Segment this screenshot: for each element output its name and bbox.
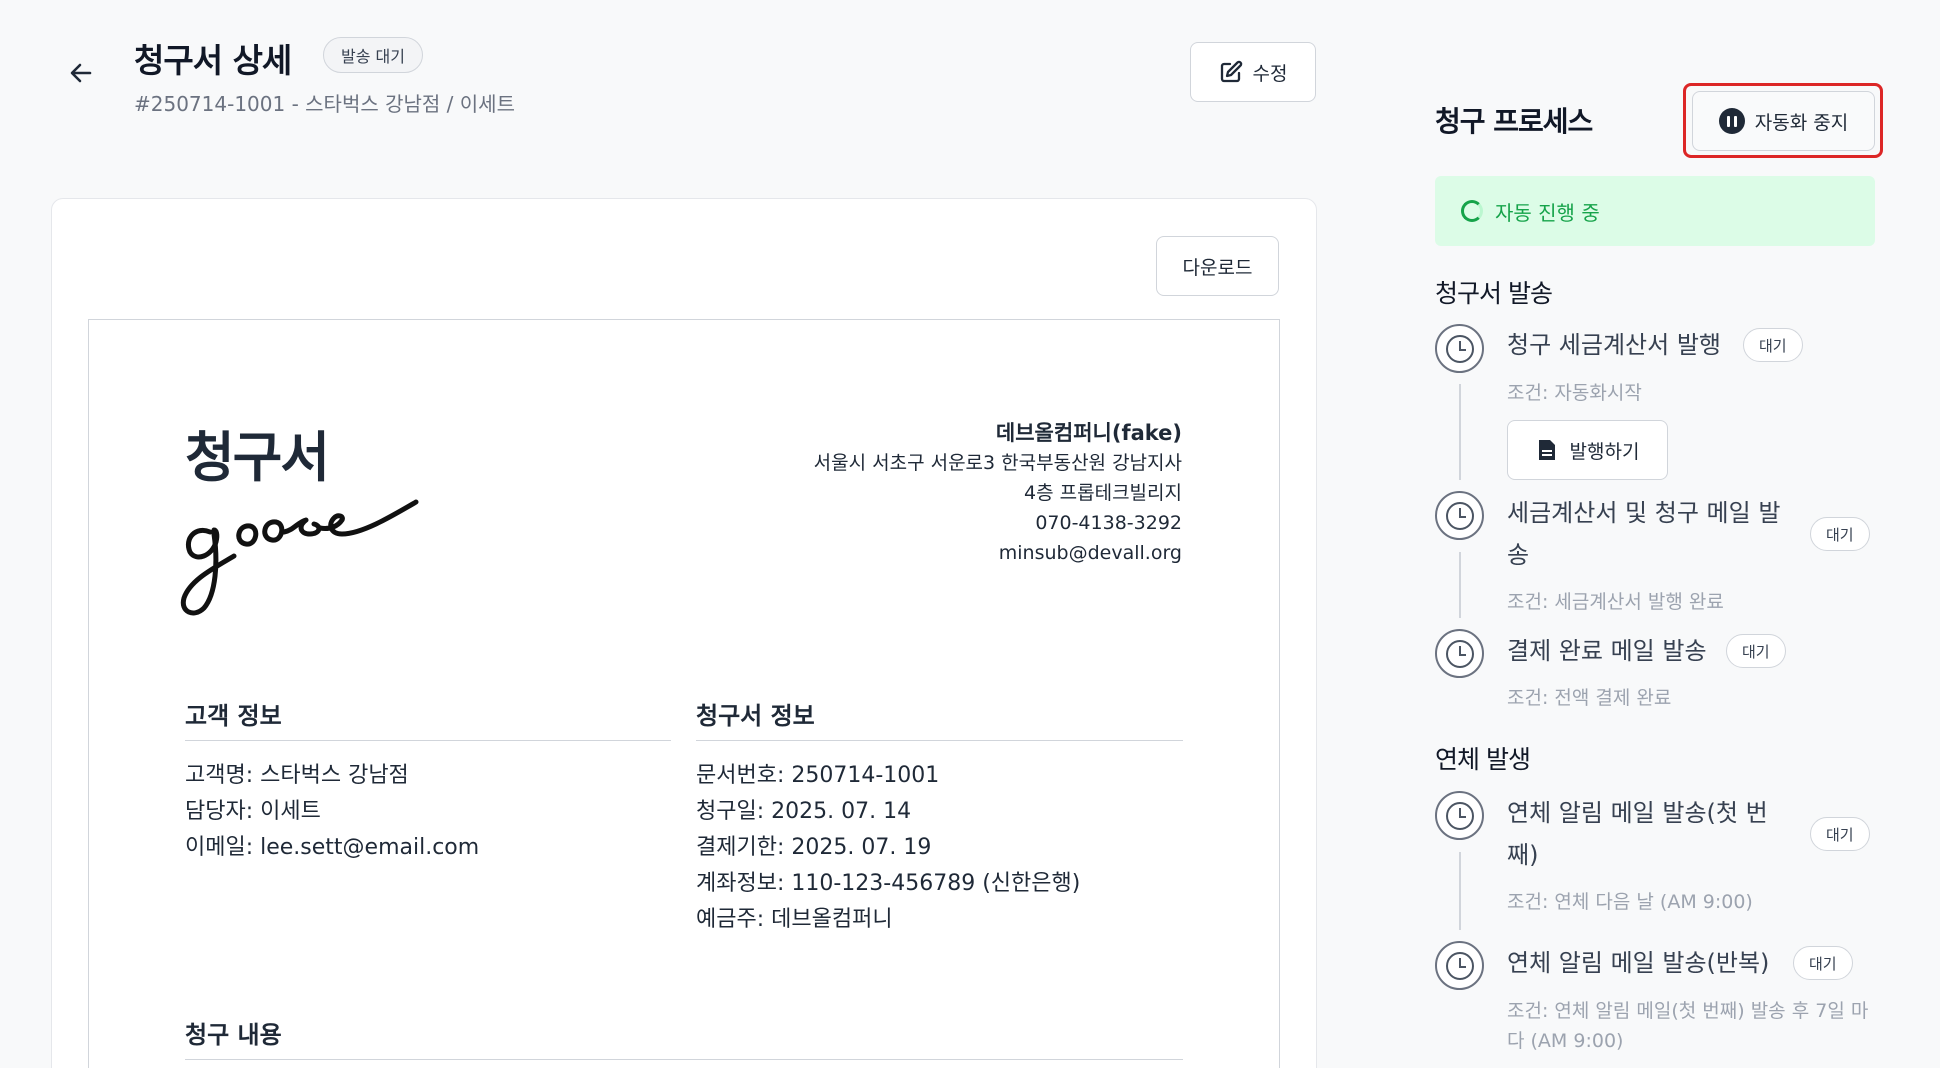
invoice-info-title: 청구서 정보 [696, 702, 815, 730]
customer-info-list: 고객명: 스타벅스 강남점 담당자: 이세트 이메일: lee.sett@ema… [185, 758, 479, 866]
edit-button-label: 수정 [1252, 62, 1288, 85]
arrow-left-icon [70, 63, 92, 83]
step-condition: 조건: 세금계산서 발행 완료 [1507, 591, 1724, 613]
customer-name: 고객명: 스타벅스 강남점 [185, 763, 409, 788]
step-status-badge: 대기 [1810, 517, 1870, 551]
issue-button-label: 발행하기 [1569, 440, 1640, 463]
invoice-number: 문서번호: 250714-1001 [696, 763, 940, 788]
step-status-badge: 대기 [1743, 328, 1803, 362]
timeline-connector [1459, 852, 1461, 930]
invoice-date: 청구일: 2025. 07. 14 [696, 799, 912, 824]
customer-info-title: 고객 정보 [185, 702, 282, 730]
customer-info-divider [185, 740, 671, 741]
invoice-items-title: 청구 내용 [185, 1021, 282, 1049]
pause-icon [1718, 108, 1745, 134]
clock-icon [1435, 941, 1484, 990]
customer-email: 이메일: lee.sett@email.com [185, 835, 480, 860]
step-condition-line: 조건: 연체 알림 메일(첫 번째) 발송 후 7일 마 [1507, 1000, 1869, 1022]
auto-status-banner: 자동 진행 중 [1435, 176, 1875, 246]
document-icon [1538, 440, 1555, 460]
step-status-badge: 대기 [1793, 946, 1853, 980]
timeline-connector [1459, 552, 1461, 618]
company-phone: 070-4138-3292 [1035, 512, 1182, 534]
step-condition: 조건: 전액 결제 완료 [1507, 687, 1672, 709]
step-label-overdue-repeat-mail: 연체 알림 메일 발송(반복) [1507, 949, 1770, 977]
step-condition-line: 다 (AM 9:00) [1507, 1030, 1624, 1052]
step-status-badge: 대기 [1810, 817, 1870, 851]
company-address-line2: 4층 프롭테크빌리지 [1024, 482, 1182, 504]
step-label-line: 송 [1507, 541, 1530, 569]
clock-icon [1435, 491, 1484, 540]
customer-manager: 담당자: 이세트 [185, 799, 321, 824]
invoice-account: 계좌정보: 110-123-456789 (신한은행) [696, 871, 1081, 896]
invoice-info-divider [696, 740, 1183, 741]
group-title-overdue: 연체 발생 [1435, 745, 1531, 774]
group-title-invoice-send: 청구서 발송 [1435, 279, 1553, 308]
step-label-line: 세금계산서 및 청구 메일 발 [1507, 499, 1781, 527]
invoice-due-date: 결제기한: 2025. 07. 19 [696, 835, 932, 860]
download-button[interactable]: 다운로드 [1156, 236, 1279, 296]
step-label-line: 연체 알림 메일 발송(첫 번 [1507, 799, 1768, 827]
status-badge: 발송 대기 [323, 37, 423, 73]
process-title: 청구 프로세스 [1435, 105, 1593, 138]
page-title: 청구서 상세 [134, 41, 292, 80]
signature-image [180, 499, 419, 616]
issue-button[interactable]: 발행하기 [1507, 420, 1668, 480]
step-label-send-tax-invoice-mail: 세금계산서 및 청구 메일 발 송 [1507, 492, 1780, 576]
page-subtitle: #250714-1001 - 스타벅스 강남점 / 이세트 [134, 92, 515, 116]
spinner-icon [1461, 200, 1483, 222]
pause-automation-button[interactable]: 자동화 중지 [1692, 91, 1875, 151]
invoice-info-list: 문서번호: 250714-1001 청구일: 2025. 07. 14 결제기한… [696, 758, 1080, 938]
step-label-overdue-first-mail: 연체 알림 메일 발송(첫 번 째) [1507, 792, 1768, 876]
step-label-line: 째) [1507, 841, 1539, 869]
pause-automation-label: 자동화 중지 [1754, 111, 1849, 134]
clock-icon [1435, 791, 1484, 840]
back-button[interactable] [66, 58, 96, 88]
invoice-account-holder: 예금주: 데브올컴퍼니 [696, 907, 893, 932]
step-condition: 조건: 자동화시작 [1507, 382, 1642, 404]
company-info: 데브올컴퍼니(fake) 서울시 서초구 서운로3 한국부동산원 강남지사 4층… [814, 418, 1182, 568]
auto-status-text: 자동 진행 중 [1495, 200, 1600, 225]
edit-icon [1220, 60, 1242, 83]
company-address-line1: 서울시 서초구 서운로3 한국부동산원 강남지사 [813, 452, 1182, 474]
company-name: 데브올컴퍼니(fake) [995, 421, 1182, 445]
timeline-connector [1459, 384, 1461, 480]
clock-icon [1435, 324, 1484, 373]
edit-button[interactable]: 수정 [1190, 42, 1316, 102]
invoice-items-divider [185, 1059, 1183, 1060]
company-email: minsub@devall.org [998, 542, 1182, 564]
clock-icon [1435, 629, 1484, 678]
step-label-issue-tax-invoice: 청구 세금계산서 발행 [1507, 331, 1721, 359]
step-label-payment-complete-mail: 결제 완료 메일 발송 [1507, 637, 1707, 665]
step-status-badge: 대기 [1726, 634, 1786, 668]
step-condition: 조건: 연체 다음 날 (AM 9:00) [1507, 891, 1753, 913]
step-condition: 조건: 연체 알림 메일(첫 번째) 발송 후 7일 마 다 (AM 9:00) [1507, 996, 1868, 1056]
